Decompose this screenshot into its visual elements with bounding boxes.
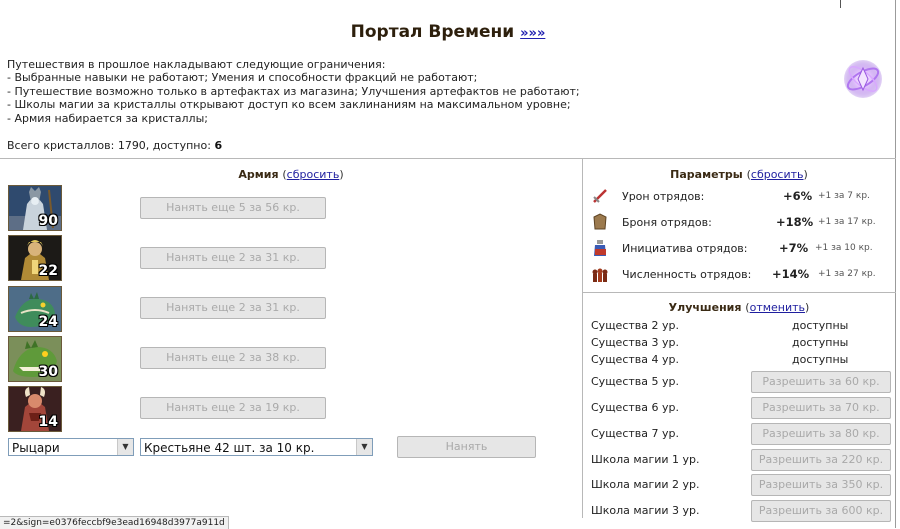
restriction-line: - Выбранные навыки не работают; Умения и… xyxy=(7,71,478,85)
upgrade-label: Школа магии 3 ур. xyxy=(591,504,700,517)
restrictions-text: Путешествия в прошлое накладывают следую… xyxy=(7,58,827,125)
unit-select[interactable]: Крестьяне 42 шт. за 10 кр. ▼ xyxy=(140,438,373,456)
hire-more-button[interactable]: Нанять еще 2 за 31 кр. xyxy=(140,247,326,269)
param-label: Урон отрядов: xyxy=(622,190,705,203)
param-row-size: Численность отрядов: +14% +1 за 27 кр. xyxy=(591,265,891,283)
armor-icon[interactable] xyxy=(591,213,609,231)
allow-upgrade-button[interactable]: Разрешить за 220 кр. xyxy=(751,449,891,471)
unit-count: 90 xyxy=(38,213,58,229)
faction-select[interactable]: Рыцари ▼ xyxy=(8,438,134,456)
unit-count: 22 xyxy=(38,263,58,279)
upgrades-cancel-link[interactable]: отменить xyxy=(750,301,805,314)
allow-upgrade-button[interactable]: Разрешить за 80 кр. xyxy=(751,423,891,445)
hire-more-button[interactable]: Нанять еще 2 за 38 кр. xyxy=(140,347,326,369)
divider xyxy=(582,292,896,293)
param-cost: +1 за 10 кр. xyxy=(815,243,873,253)
upgrades-title: Улучшения xyxy=(668,301,742,314)
params-title: Параметры xyxy=(670,168,743,181)
army-title: Армия xyxy=(238,168,279,181)
unit-count: 30 xyxy=(38,364,58,380)
param-row-initiative: Инициатива отрядов: +7% +1 за 10 кр. xyxy=(591,239,891,257)
unit-slot[interactable]: 90 xyxy=(8,185,62,231)
status-bar-url: =2&sign=e0376feccbf9e3ead16948d3977a911d xyxy=(0,516,229,529)
upgrade-status: доступны xyxy=(792,319,849,332)
unit-slot[interactable]: 24 xyxy=(8,286,62,332)
divider xyxy=(0,158,896,159)
title-more-link[interactable]: »»» xyxy=(520,26,545,41)
upgrades-header: Улучшения (отменить) xyxy=(668,301,810,314)
param-label: Численность отрядов: xyxy=(622,268,752,281)
allow-upgrade-button[interactable]: Разрешить за 350 кр. xyxy=(751,474,891,496)
param-label: Броня отрядов: xyxy=(622,216,712,229)
allow-upgrade-button[interactable]: Разрешить за 60 кр. xyxy=(751,371,891,393)
crystals-available: 6 xyxy=(214,139,223,152)
allow-upgrade-button[interactable]: Разрешить за 70 кр. xyxy=(751,397,891,419)
upgrade-label: Существа 4 ур. xyxy=(591,353,679,366)
upgrade-status: доступны xyxy=(792,353,849,366)
upgrade-label: Существа 6 ур. xyxy=(591,401,679,414)
unit-count: 24 xyxy=(38,314,58,330)
restriction-line: - Школы магии за кристаллы открывают дос… xyxy=(7,98,571,112)
chevron-down-icon[interactable]: ▼ xyxy=(117,439,133,455)
hire-button[interactable]: Нанять xyxy=(397,436,536,458)
hire-more-button[interactable]: Нанять еще 5 за 56 кр. xyxy=(140,197,326,219)
upgrade-label: Существа 3 ур. xyxy=(591,336,679,349)
restriction-line: Путешествия в прошлое накладывают следую… xyxy=(7,58,386,71)
potion-icon[interactable] xyxy=(591,239,609,257)
page-title: Портал Времени »»» xyxy=(0,22,896,42)
troops-icon[interactable] xyxy=(591,265,609,283)
param-value: +14% xyxy=(772,267,810,281)
param-value: +6% xyxy=(783,189,813,203)
params-reset-link[interactable]: сбросить xyxy=(751,168,804,181)
unit-slot[interactable]: 22 xyxy=(8,235,62,281)
sword-icon[interactable] xyxy=(591,187,609,205)
hire-more-button[interactable]: Нанять еще 2 за 31 кр. xyxy=(140,297,326,319)
param-cost: +1 за 27 кр. xyxy=(818,269,876,279)
upgrade-status: доступны xyxy=(792,336,849,349)
portal-crystal-icon xyxy=(844,60,882,98)
param-row-armor: Броня отрядов: +18% +1 за 17 кр. xyxy=(591,213,891,231)
params-header: Параметры (сбросить) xyxy=(670,168,808,181)
allow-upgrade-button[interactable]: Разрешить за 600 кр. xyxy=(751,500,891,522)
divider xyxy=(582,158,583,518)
chevron-down-icon[interactable]: ▼ xyxy=(356,439,372,455)
unit-select-value: Крестьяне 42 шт. за 10 кр. xyxy=(144,441,315,455)
army-reset-link[interactable]: сбросить xyxy=(287,168,340,181)
faction-select-value: Рыцари xyxy=(12,441,60,455)
upgrade-label: Существа 7 ур. xyxy=(591,427,679,440)
crystals-info: Всего кристаллов: 1790, доступно: 6 xyxy=(7,139,222,152)
param-value: +18% xyxy=(776,215,814,229)
unit-slot[interactable]: 30 xyxy=(8,336,62,382)
upgrade-label: Школа магии 1 ур. xyxy=(591,453,700,466)
crystals-text: Всего кристаллов: 1790, доступно: xyxy=(7,139,211,152)
unit-count: 14 xyxy=(38,414,58,430)
upgrade-label: Школа магии 2 ур. xyxy=(591,478,700,491)
unit-slot[interactable]: 14 xyxy=(8,386,62,432)
param-value: +7% xyxy=(779,241,809,255)
param-label: Инициатива отрядов: xyxy=(622,242,748,255)
army-header: Армия (сбросить) xyxy=(238,168,344,181)
page-title-text: Портал Времени xyxy=(350,22,515,42)
hire-more-button[interactable]: Нанять еще 2 за 19 кр. xyxy=(140,397,326,419)
param-row-damage: Урон отрядов: +6% +1 за 7 кр. xyxy=(591,187,891,205)
restriction-line: - Армия набирается за кристаллы; xyxy=(7,111,208,125)
restriction-line: - Путешествие возможно только в артефакт… xyxy=(7,84,580,98)
param-cost: +1 за 7 кр. xyxy=(818,191,870,201)
param-cost: +1 за 17 кр. xyxy=(818,217,876,227)
upgrade-label: Существа 2 ур. xyxy=(591,319,679,332)
upgrade-label: Существа 5 ур. xyxy=(591,375,679,388)
scroll-marker xyxy=(840,0,841,8)
portal-page: Портал Времени »»» Путешествия в прошлое … xyxy=(0,0,896,529)
frame-border xyxy=(895,0,896,528)
